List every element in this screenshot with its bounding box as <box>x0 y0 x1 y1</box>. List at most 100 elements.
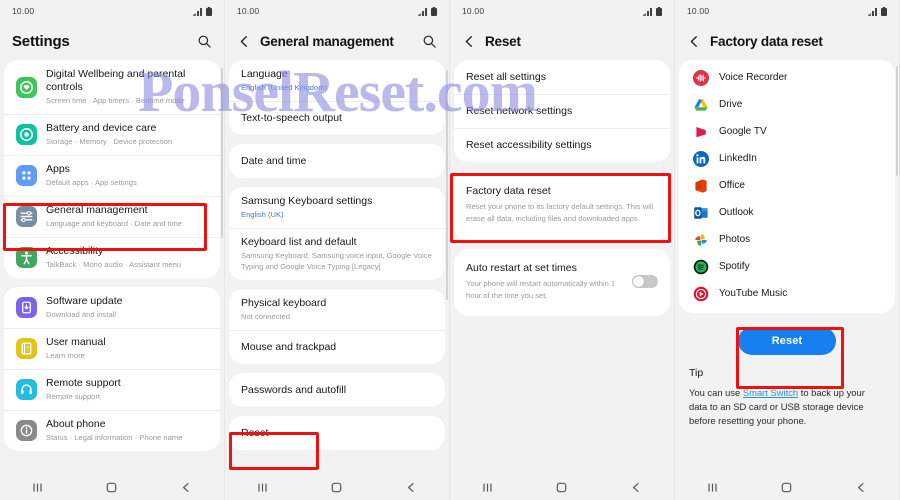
settings-group-2: Software update Download and install ? U… <box>4 287 220 451</box>
general-management-list[interactable]: Language English (United Kingdom) Text-t… <box>225 60 449 500</box>
tip-text: You can use Smart Switch to back up your… <box>689 386 885 428</box>
sidebar-item-label: User manual <box>46 336 106 348</box>
app-bar-general-management: General management <box>225 22 449 60</box>
list-item-label: Text-to-speech output <box>241 111 342 124</box>
navigation-bar <box>0 474 224 500</box>
back-icon[interactable] <box>462 34 476 48</box>
scrollbar[interactable] <box>220 68 223 238</box>
search-icon[interactable] <box>422 34 437 49</box>
recents-icon[interactable] <box>706 481 719 494</box>
list-item-text-to-speech[interactable]: Text-to-speech output <box>229 101 445 135</box>
sidebar-item-battery-device-care[interactable]: Battery and device care Storage · Memory… <box>4 114 220 155</box>
general-management-icon <box>16 206 37 227</box>
recents-icon[interactable] <box>481 481 494 494</box>
list-item[interactable]: Voice Recorder <box>679 64 895 91</box>
list-item-factory-data-reset[interactable]: Factory data reset Reset your phone to i… <box>454 177 670 232</box>
list-item-language[interactable]: Language English (United Kingdom) <box>229 60 445 101</box>
list-item-sublabel: English (United Kingdom) <box>241 83 328 92</box>
list-item-samsung-keyboard-settings[interactable]: Samsung Keyboard settings English (UK) <box>229 187 445 228</box>
signal-bars-icon <box>418 7 427 16</box>
status-bar: 10.00 <box>225 0 449 22</box>
sidebar-item-general-management[interactable]: General management Language and keyboard… <box>4 196 220 237</box>
sidebar-item-digital-wellbeing[interactable]: Digital Wellbeing and parental controls … <box>4 60 220 114</box>
user-manual-icon: ? <box>16 338 37 359</box>
recents-icon[interactable] <box>256 481 269 494</box>
list-item-mouse-and-trackpad[interactable]: Mouse and trackpad <box>229 330 445 364</box>
status-time: 10.00 <box>687 6 710 16</box>
list-item-reset[interactable]: Reset <box>229 416 445 450</box>
gm-group-6: Reset <box>229 416 445 450</box>
home-icon[interactable] <box>105 481 118 494</box>
sidebar-item-user-manual[interactable]: ? User manual Learn more <box>4 328 220 369</box>
signal-bars-icon <box>193 7 202 16</box>
sidebar-item-accessibility[interactable]: Accessibility TalkBack · Mono audio · As… <box>4 237 220 278</box>
reset-list[interactable]: Reset all settings Reset network setting… <box>450 60 674 500</box>
back-icon[interactable] <box>630 481 643 494</box>
list-item-reset-accessibility-settings[interactable]: Reset accessibility settings <box>454 128 670 162</box>
list-item[interactable]: Office <box>679 172 895 199</box>
back-icon[interactable] <box>687 34 701 48</box>
status-time: 10.00 <box>237 6 260 16</box>
app-name: Office <box>719 180 745 191</box>
youtube-music-icon <box>693 286 709 302</box>
battery-icon <box>881 6 887 16</box>
battery-icon <box>206 6 212 16</box>
phone-screen-factory-data-reset: 10.00 Factory data reset Voice Recorder … <box>675 0 900 500</box>
sidebar-item-about-phone[interactable]: About phone Status · Legal information ·… <box>4 410 220 451</box>
list-item[interactable]: LinkedIn <box>679 145 895 172</box>
list-item-label: Samsung Keyboard settings <box>241 195 373 207</box>
list-item-label: Physical keyboard <box>241 297 327 309</box>
recents-icon[interactable] <box>31 481 44 494</box>
list-item-passwords-and-autofill[interactable]: Passwords and autofill <box>229 373 445 407</box>
app-name: Drive <box>719 99 743 110</box>
sidebar-item-remote-support[interactable]: Remote support Remote support <box>4 369 220 410</box>
list-item-date-and-time[interactable]: Date and time <box>229 144 445 178</box>
list-item[interactable]: Drive <box>679 91 895 118</box>
back-icon[interactable] <box>180 481 193 494</box>
app-name: Photos <box>719 234 751 245</box>
accessibility-icon <box>16 247 37 268</box>
list-item-reset-network-settings[interactable]: Reset network settings <box>454 94 670 128</box>
search-icon[interactable] <box>197 34 212 49</box>
google-tv-icon <box>693 124 709 140</box>
back-icon[interactable] <box>237 34 251 48</box>
spotify-icon <box>693 259 709 275</box>
settings-list[interactable]: Digital Wellbeing and parental controls … <box>0 60 224 500</box>
scrollbar[interactable] <box>445 70 448 300</box>
list-item-reset-all-settings[interactable]: Reset all settings <box>454 60 670 94</box>
scrollbar[interactable] <box>895 66 898 176</box>
list-item[interactable]: YouTube Music <box>679 280 895 307</box>
list-item-sublabel: Your phone will restart automatically wi… <box>466 279 616 300</box>
app-name: Spotify <box>719 261 750 272</box>
sidebar-item-software-update[interactable]: Software update Download and install <box>4 287 220 328</box>
app-name: Voice Recorder <box>719 72 788 83</box>
factory-reset-content[interactable]: Voice Recorder Drive Google TV LinkedIn … <box>675 60 899 500</box>
status-time: 10.00 <box>462 6 485 16</box>
sidebar-item-label: Digital Wellbeing and parental controls <box>46 68 186 93</box>
home-icon[interactable] <box>780 481 793 494</box>
auto-restart-toggle[interactable] <box>632 275 658 288</box>
back-icon[interactable] <box>855 481 868 494</box>
list-item-physical-keyboard[interactable]: Physical keyboard Not connected <box>229 289 445 330</box>
list-item[interactable]: Outlook <box>679 199 895 226</box>
list-item[interactable]: Photos <box>679 226 895 253</box>
page-title: General management <box>260 33 394 49</box>
linkedin-icon <box>693 150 709 167</box>
sidebar-item-label: General management <box>46 204 148 216</box>
list-item-keyboard-list-and-default[interactable]: Keyboard list and default Samsung Keyboa… <box>229 228 445 280</box>
list-item[interactable]: Spotify <box>679 253 895 280</box>
home-icon[interactable] <box>330 481 343 494</box>
back-icon[interactable] <box>405 481 418 494</box>
list-item-auto-restart[interactable]: Auto restart at set times Your phone wil… <box>454 254 670 309</box>
list-item[interactable]: Google TV <box>679 118 895 145</box>
home-icon[interactable] <box>555 481 568 494</box>
reset-button[interactable]: Reset <box>737 327 837 355</box>
tip-section: Tip You can use Smart Switch to back up … <box>675 355 899 428</box>
list-item-label: Passwords and autofill <box>241 383 347 396</box>
smart-switch-link[interactable]: Smart Switch <box>743 387 798 398</box>
sidebar-item-label: Battery and device care <box>46 122 157 134</box>
sidebar-item-label: About phone <box>46 418 106 430</box>
sidebar-item-sublabel: Status · Legal information · Phone name <box>46 433 183 442</box>
sidebar-item-apps[interactable]: Apps Default apps · App settings <box>4 155 220 196</box>
gm-group-1: Language English (United Kingdom) Text-t… <box>229 60 445 135</box>
